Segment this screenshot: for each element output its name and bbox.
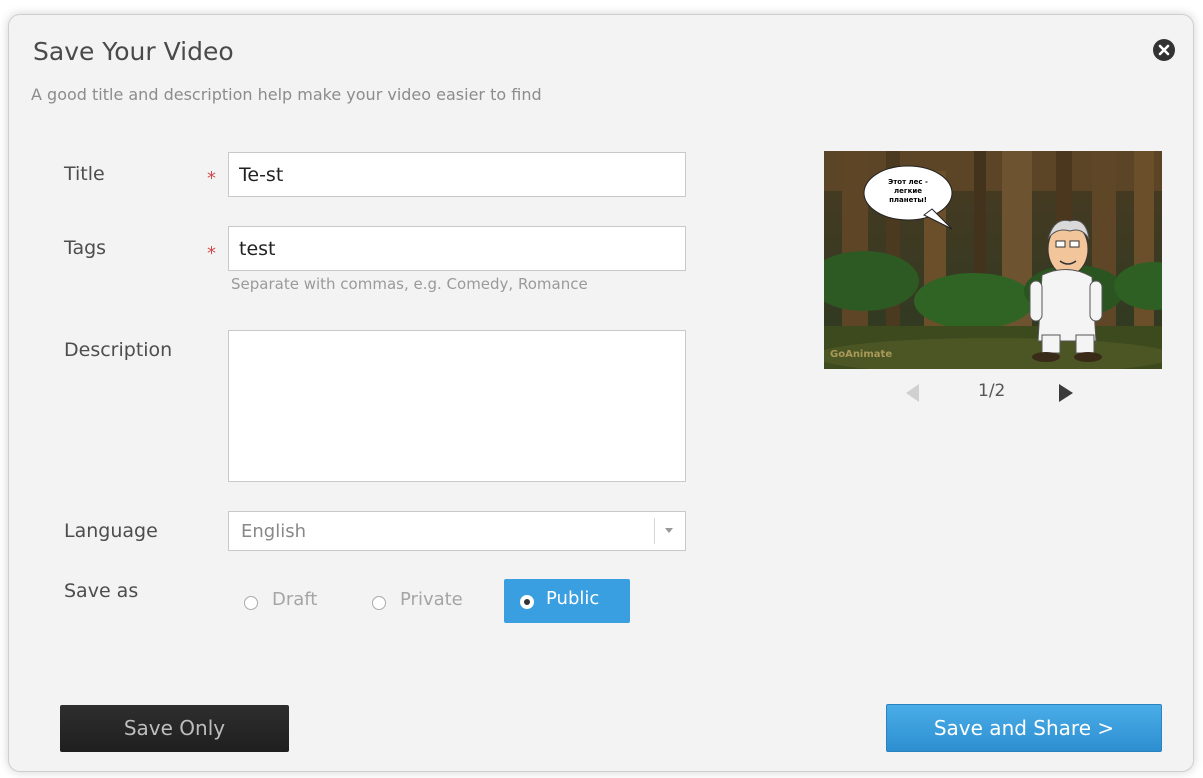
radio-draft[interactable]: Draft (242, 589, 332, 615)
description-textarea[interactable] (228, 330, 686, 482)
preview-scene-illustration: Этот лес - легкие планеты! GoAnimate (824, 151, 1162, 369)
bubble-line-1: Этот лес - (888, 178, 928, 186)
chevron-down-icon[interactable] (665, 528, 673, 533)
triangle-right-icon[interactable] (1059, 384, 1073, 402)
select-divider (654, 518, 655, 544)
save-only-button[interactable]: Save Only (60, 705, 289, 752)
tags-hint: Separate with commas, e.g. Comedy, Roman… (231, 275, 588, 293)
language-selected-value: English (241, 521, 306, 542)
video-preview-thumbnail: Этот лес - легкие планеты! GoAnimate (824, 151, 1162, 369)
title-required-marker: * (207, 168, 216, 189)
save-and-share-button[interactable]: Save and Share > (886, 704, 1162, 752)
preview-page-indicator: 1/2 (978, 381, 1006, 401)
radio-circle-icon[interactable] (244, 596, 258, 610)
radio-circle-icon[interactable] (372, 596, 386, 610)
title-input[interactable] (228, 152, 686, 197)
tags-label: Tags (64, 237, 107, 259)
save-as-label: Save as (64, 580, 139, 602)
description-label: Description (64, 339, 173, 361)
dialog-subtitle: A good title and description help make y… (31, 85, 542, 104)
title-label: Title (64, 163, 105, 185)
goanimate-watermark: GoAnimate (830, 349, 892, 360)
radio-private[interactable]: Private (370, 589, 480, 615)
close-icon[interactable] (1153, 39, 1175, 61)
radio-private-label: Private (400, 589, 463, 610)
dialog-title: Save Your Video (33, 37, 234, 66)
radio-public[interactable]: Public (504, 579, 630, 623)
radio-public-label: Public (546, 588, 600, 609)
language-label: Language (64, 520, 158, 542)
tags-input[interactable] (228, 226, 686, 271)
tags-required-marker: * (207, 243, 216, 264)
triangle-left-icon[interactable] (906, 384, 919, 402)
radio-selected-dot-icon (524, 599, 530, 605)
bubble-line-2: легкие (894, 187, 922, 195)
language-select[interactable]: English (228, 511, 686, 551)
bubble-line-3: планеты! (889, 196, 927, 204)
save-video-dialog: Save Your Video A good title and descrip… (8, 14, 1194, 772)
radio-draft-label: Draft (272, 589, 318, 610)
